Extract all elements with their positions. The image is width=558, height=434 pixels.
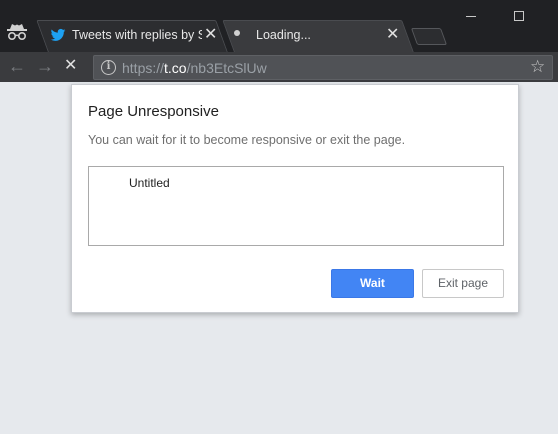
tab-title: Tweets with replies by S — [72, 28, 202, 42]
exit-page-button[interactable]: Exit page — [422, 269, 504, 298]
wait-button[interactable]: Wait — [331, 269, 414, 298]
close-tab-icon[interactable]: ✕ — [204, 26, 217, 44]
back-arrow-icon[interactable]: ← — [8, 57, 26, 75]
dialog-title: Page Unresponsive — [88, 103, 219, 120]
incognito-icon — [7, 24, 27, 41]
tab-loading[interactable]: Loading... ✕ — [222, 20, 414, 52]
address-bar[interactable]: i https://t.co/nb3EtcSlUw ☆ — [93, 55, 553, 80]
tab-title: Loading... — [256, 28, 311, 42]
loading-spinner-icon — [234, 30, 240, 36]
stop-loading-icon[interactable]: ✕ — [64, 57, 77, 75]
close-tab-icon[interactable]: ✕ — [386, 26, 399, 44]
unresponsive-pages-list[interactable]: Untitled — [88, 166, 504, 246]
new-tab-button[interactable] — [410, 28, 448, 45]
bookmark-star-icon[interactable]: ☆ — [530, 57, 545, 77]
forward-arrow-icon[interactable]: → — [36, 57, 54, 75]
dialog-message: You can wait for it to become responsive… — [88, 133, 406, 147]
tab-tweets[interactable]: Tweets with replies by S ✕ — [36, 20, 228, 52]
url-text[interactable]: https://t.co/nb3EtcSlUw — [122, 60, 267, 76]
info-icon[interactable]: i — [101, 60, 116, 75]
list-item[interactable]: Untitled — [129, 176, 170, 190]
url-host: t.co — [164, 60, 187, 76]
page-unresponsive-dialog: Page Unresponsive You can wait for it to… — [71, 84, 519, 313]
toolbar: ← → ✕ i https://t.co/nb3EtcSlUw ☆ — [0, 52, 558, 82]
title-bar: Tweets with replies by S ✕ Loading... ✕ — [0, 0, 558, 52]
twitter-bird-icon — [50, 28, 66, 41]
maximize-icon[interactable] — [514, 11, 524, 21]
minimize-icon[interactable] — [466, 16, 476, 17]
url-path: /nb3EtcSlUw — [186, 60, 267, 76]
url-scheme: https:// — [122, 60, 165, 76]
